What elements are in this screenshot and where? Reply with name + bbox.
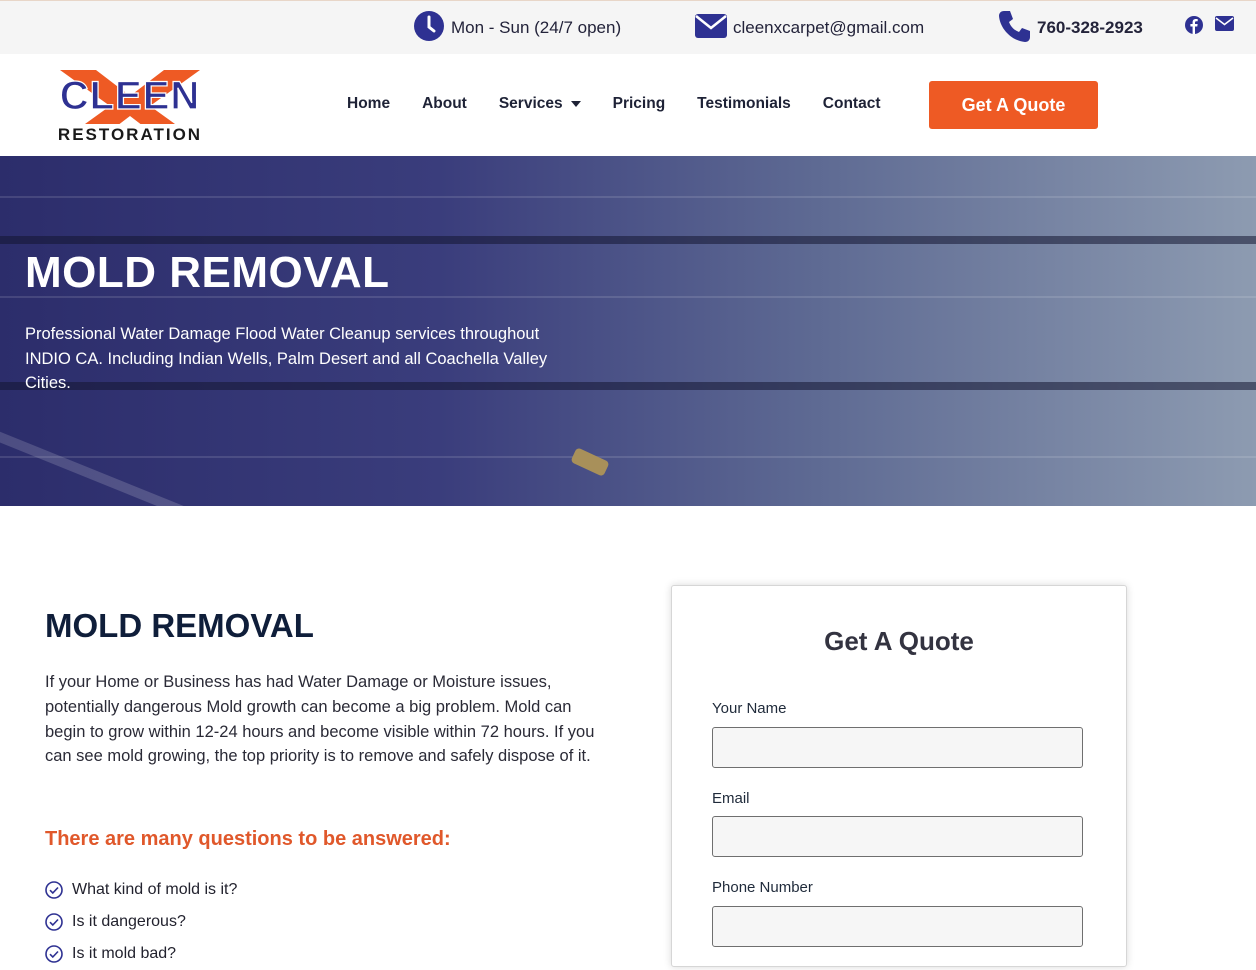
siding-line [0,456,1256,458]
clock-icon [413,10,445,47]
nav-contact-label: Contact [822,95,881,112]
hero-title: MOLD REMOVAL [25,248,390,297]
siding-line [0,236,1256,244]
hero-subtitle: Professional Water Damage Flood Water Cl… [25,325,548,392]
check-circle-icon [45,945,63,963]
main-nav: Home About Services Pricing Testimonials… [347,95,912,113]
nav-about[interactable]: About [422,95,467,113]
siding-line [0,196,1256,198]
nav-home-label: Home [347,95,391,112]
list-item-text: Is it dangerous? [72,913,186,930]
section-title: MOLD REMOVAL [45,607,314,644]
check-circle-icon [45,913,63,931]
logo-word: CLEEN [60,74,201,118]
chevron-down-icon [570,101,581,107]
phone-icon [998,9,1032,48]
phone-link[interactable]: 760-328-2923 [1037,18,1143,38]
nav-home[interactable]: Home [347,95,390,113]
list-item: Is it mold bad? [45,938,237,970]
quote-form-card: Get A Quote Your Name Email Phone Number [671,585,1127,967]
phone-info[interactable]: 760-328-2923 [998,9,1143,48]
site-header: CLEEN RESTORATION Home About Services Pr… [0,54,1256,156]
phone-label: Phone Number [712,879,813,896]
nav-about-label: About [422,95,467,112]
hours-info: Mon - Sun (24/7 open) [413,10,622,47]
logo-tagline: RESTORATION [58,125,202,144]
envelope-icon[interactable] [1215,16,1234,39]
phone-field[interactable] [712,906,1083,947]
nav-contact[interactable]: Contact [823,95,881,113]
name-field[interactable] [712,727,1083,768]
list-item-text: What kind of mold is it? [72,881,238,898]
list-item: What kind of mold is it? [45,874,237,906]
questions-heading: There are many questions to be answered: [45,828,451,850]
brand-logo[interactable]: CLEEN RESTORATION [30,66,230,146]
top-info-bar: Mon - Sun (24/7 open) cleenxcarpet@gmail… [0,0,1256,55]
list-item-text: Is it mold bad? [72,945,177,962]
nav-pricing[interactable]: Pricing [613,95,666,113]
form-title: Get A Quote [824,626,974,656]
nav-services-label: Services [498,95,563,112]
hours-text: Mon - Sun (24/7 open) [451,18,622,37]
list-item: Is it dangerous? [45,906,237,938]
pressure-washer-wand [0,416,611,506]
nav-pricing-label: Pricing [612,95,666,112]
email-field[interactable] [712,816,1083,857]
hero-banner: MOLD REMOVAL Professional Water Damage F… [0,156,1256,506]
email-info[interactable]: cleenxcarpet@gmail.com [694,11,924,45]
email-label: Email [712,790,750,807]
nav-testimonials-label: Testimonials [697,95,791,112]
questions-list: What kind of mold is it? Is it dangerous… [45,874,237,970]
envelope-icon [694,13,728,44]
check-circle-icon [45,881,63,899]
social-links [1185,16,1234,39]
nav-testimonials[interactable]: Testimonials [697,95,791,113]
nozzle-graphic [571,448,609,476]
nav-services[interactable]: Services [499,95,581,113]
facebook-icon[interactable] [1185,16,1203,39]
email-link[interactable]: cleenxcarpet@gmail.com [733,18,924,38]
name-label: Your Name [712,700,787,717]
get-quote-button[interactable]: Get A Quote [929,81,1098,129]
intro-paragraph: If your Home or Business has had Water D… [45,673,595,766]
